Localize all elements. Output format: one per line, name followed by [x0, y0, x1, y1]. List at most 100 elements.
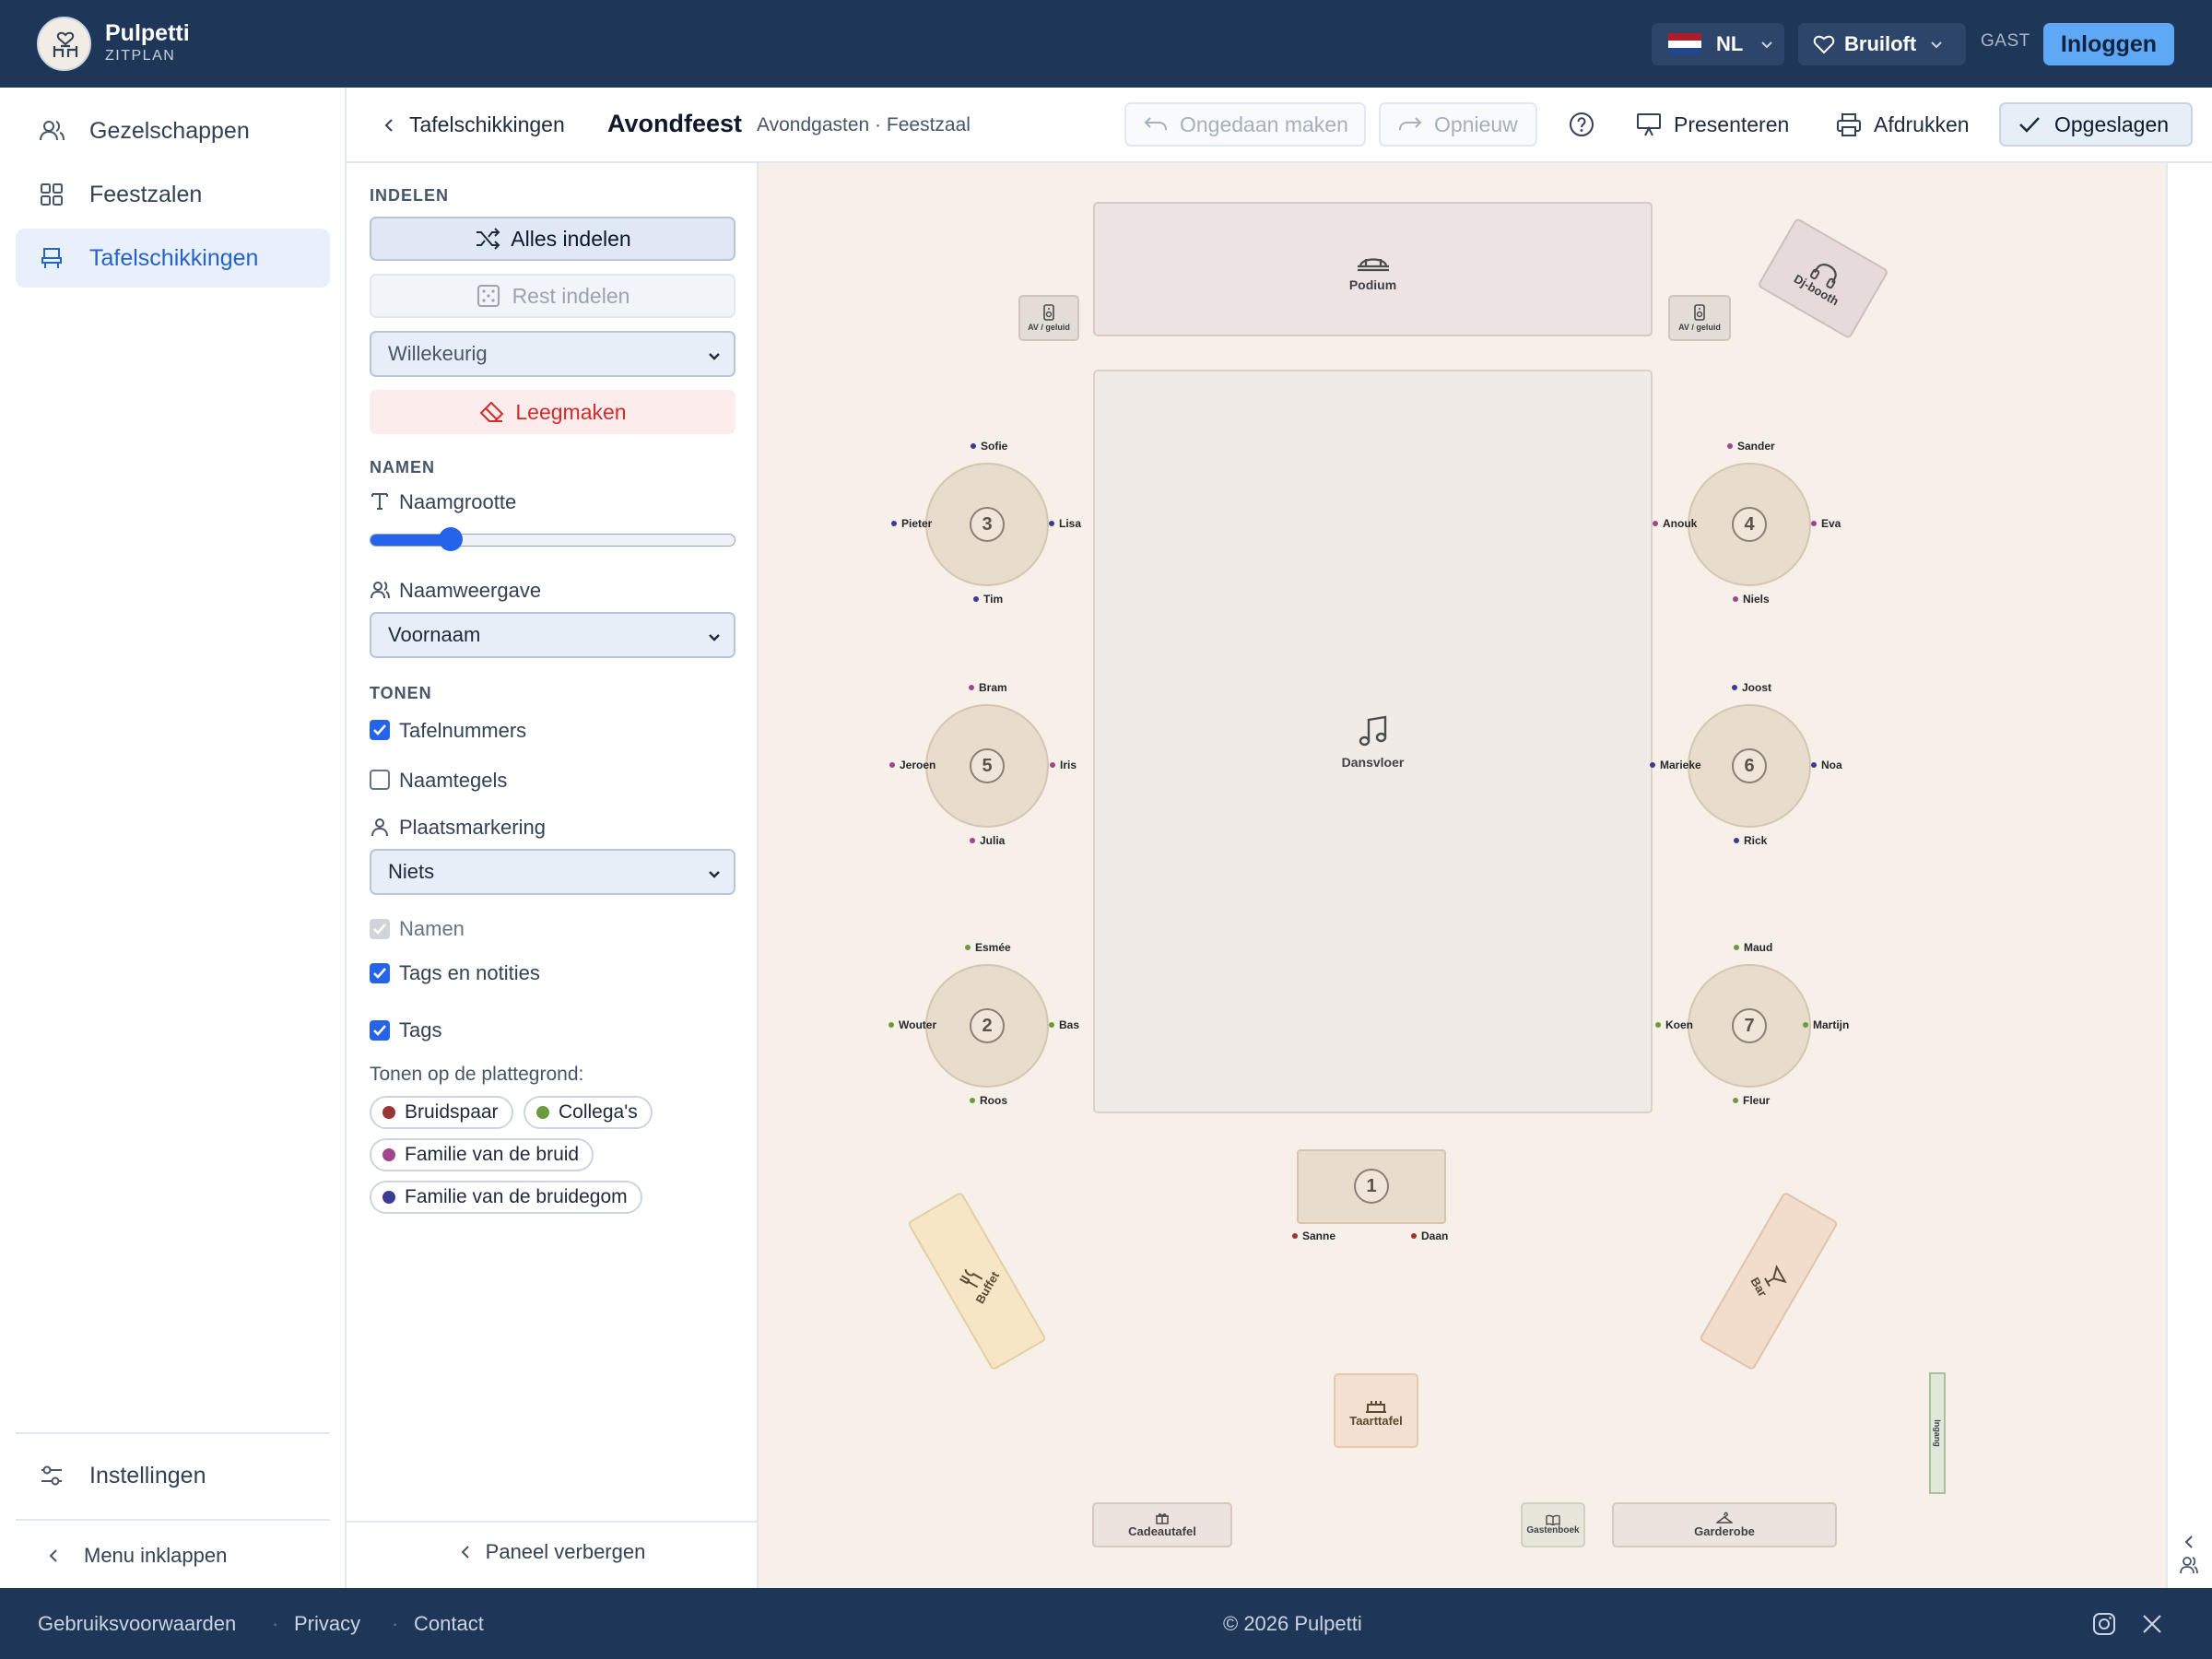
- language-select[interactable]: NL: [1652, 23, 1784, 65]
- guest-seat[interactable]: Sander: [1727, 440, 1775, 453]
- tag-chip-familie-bruidegom[interactable]: Familie van de bruidegom: [370, 1181, 642, 1214]
- clear-button[interactable]: Leegmaken: [370, 390, 735, 434]
- tag-dot: [1653, 521, 1658, 526]
- guestbook[interactable]: Gastenboek: [1521, 1502, 1585, 1547]
- floor-plan-canvas[interactable]: Podium AV / geluid AV / geluid Dj-booth …: [759, 163, 2166, 1588]
- name-display-select[interactable]: Voornaam: [370, 612, 735, 658]
- logo[interactable]: [37, 17, 91, 71]
- back-link[interactable]: Tafelschikkingen: [382, 112, 565, 137]
- tags-notes-checkbox[interactable]: [370, 963, 390, 983]
- terms-link[interactable]: Gebruiksvoorwaarden: [38, 1612, 236, 1636]
- privacy-link[interactable]: Privacy: [294, 1612, 360, 1636]
- collapse-menu-button[interactable]: Menu inklappen: [16, 1526, 330, 1585]
- guest-seat[interactable]: Noa: [1811, 759, 1842, 771]
- tag-chip-label: Collega's: [559, 1101, 638, 1123]
- guest-seat[interactable]: Julia: [970, 834, 1005, 847]
- guest-seat[interactable]: Tim: [973, 593, 1003, 606]
- contact-link[interactable]: Contact: [414, 1612, 484, 1636]
- table-numbers-checkbox[interactable]: [370, 720, 390, 740]
- undo-button[interactable]: Ongedaan maken: [1124, 102, 1366, 147]
- project-name: Bruiloft: [1844, 32, 1917, 55]
- project-select[interactable]: Bruiloft: [1798, 23, 1966, 65]
- guest-seat[interactable]: Maud: [1734, 941, 1772, 954]
- saved-button[interactable]: Opgeslagen: [1999, 102, 2193, 147]
- guest-seat[interactable]: Sanne: [1292, 1230, 1335, 1242]
- guest-seat[interactable]: Esmée: [965, 941, 1011, 954]
- seat-marking-select[interactable]: Niets: [370, 849, 735, 895]
- seat-icon: [41, 248, 62, 268]
- instagram-icon[interactable]: [2092, 1612, 2116, 1636]
- settings-link[interactable]: Instellingen: [16, 1446, 330, 1505]
- guest-seat[interactable]: Daan: [1411, 1230, 1448, 1242]
- help-button[interactable]: [1563, 102, 1600, 147]
- bar[interactable]: Bar: [1699, 1191, 1839, 1371]
- entrance[interactable]: Ingang: [1929, 1372, 1946, 1494]
- cake-table[interactable]: Taarttafel: [1334, 1373, 1418, 1448]
- dj-booth[interactable]: Dj-booth: [1757, 217, 1889, 340]
- name-tiles-checkbox[interactable]: [370, 770, 390, 790]
- av-left[interactable]: AV / geluid: [1018, 295, 1079, 341]
- round-table-4[interactable]: 4: [1688, 463, 1811, 586]
- guest-seat[interactable]: Bas: [1049, 1018, 1079, 1031]
- round-table-5[interactable]: 5: [925, 704, 1049, 828]
- podium[interactable]: Podium: [1093, 202, 1653, 336]
- brand-name: Pulpetti: [105, 20, 190, 46]
- name-size-slider-thumb[interactable]: [439, 527, 463, 551]
- name-size-slider[interactable]: [370, 527, 735, 551]
- sidebar-item-gezelschappen[interactable]: Gezelschappen: [16, 101, 330, 160]
- redo-button[interactable]: Opnieuw: [1379, 102, 1537, 147]
- round-table-2[interactable]: 2: [925, 964, 1049, 1088]
- guest-seat[interactable]: Koen: [1655, 1018, 1693, 1031]
- assign-mode-select[interactable]: Willekeurig: [370, 331, 735, 377]
- tag-chip-collegas[interactable]: Collega's: [524, 1096, 653, 1129]
- guest-seat[interactable]: Iris: [1050, 759, 1077, 771]
- tags-checkbox[interactable]: [370, 1020, 390, 1041]
- buffet[interactable]: Buffet: [907, 1191, 1047, 1371]
- round-table-6[interactable]: 6: [1688, 704, 1811, 828]
- guest-seat[interactable]: Sofie: [971, 440, 1007, 453]
- expand-guests-button[interactable]: [2179, 1532, 2201, 1583]
- guest-seat[interactable]: Bram: [969, 681, 1007, 694]
- dancefloor[interactable]: Dansvloer: [1093, 370, 1653, 1113]
- login-button[interactable]: Inloggen: [2043, 23, 2174, 65]
- guest-seat[interactable]: Fleur: [1733, 1094, 1770, 1107]
- av-right[interactable]: AV / geluid: [1668, 295, 1731, 341]
- guest-name: Bas: [1059, 1018, 1080, 1031]
- tag-dot: [1733, 596, 1738, 602]
- guest-name: Noa: [1821, 759, 1842, 771]
- gift-table[interactable]: Cadeautafel: [1092, 1502, 1232, 1547]
- tag-chip-familie-bruid[interactable]: Familie van de bruid: [370, 1138, 594, 1171]
- round-table-3[interactable]: 3: [925, 463, 1049, 586]
- guest-seat[interactable]: Eva: [1811, 517, 1841, 530]
- guest-seat[interactable]: Joost: [1732, 681, 1771, 694]
- guest-seat[interactable]: Jeroen: [889, 759, 935, 771]
- print-button[interactable]: Afdrukken: [1835, 102, 1970, 147]
- page-header: Tafelschikkingen Avondfeest Avondgasten …: [347, 88, 2212, 163]
- assign-rest-button[interactable]: Rest indelen: [370, 274, 735, 318]
- names-checkbox[interactable]: [370, 919, 390, 939]
- guest-seat[interactable]: Roos: [970, 1094, 1007, 1107]
- wardrobe[interactable]: Garderobe: [1612, 1502, 1837, 1547]
- tag-color-dot: [382, 1106, 395, 1119]
- guest-seat[interactable]: Anouk: [1653, 517, 1697, 530]
- guest-name: Wouter: [899, 1018, 937, 1031]
- guest-seat[interactable]: Rick: [1734, 834, 1767, 847]
- hide-panel-button[interactable]: Paneel verbergen: [347, 1540, 757, 1564]
- present-button[interactable]: Presenteren: [1635, 102, 1789, 147]
- assign-all-button[interactable]: Alles indelen: [370, 217, 735, 261]
- sidebar-item-tafelschikkingen[interactable]: Tafelschikkingen: [16, 229, 330, 288]
- tag-chip-bruidspaar[interactable]: Bruidspaar: [370, 1096, 513, 1129]
- guest-seat[interactable]: Pieter: [891, 517, 932, 530]
- head-table-1[interactable]: 1: [1297, 1149, 1446, 1224]
- tag-dot: [970, 1098, 975, 1103]
- guest-name: Marieke: [1660, 759, 1701, 771]
- x-icon[interactable]: [2141, 1613, 2163, 1635]
- guest-seat[interactable]: Martijn: [1803, 1018, 1849, 1031]
- guest-seat[interactable]: Wouter: [888, 1018, 936, 1031]
- tag-dot: [970, 838, 975, 843]
- sidebar-item-feestzalen[interactable]: Feestzalen: [16, 165, 330, 224]
- guest-seat[interactable]: Lisa: [1049, 517, 1081, 530]
- guest-seat[interactable]: Marieke: [1650, 759, 1701, 771]
- guest-seat[interactable]: Niels: [1733, 593, 1770, 606]
- round-table-7[interactable]: 7: [1688, 964, 1811, 1088]
